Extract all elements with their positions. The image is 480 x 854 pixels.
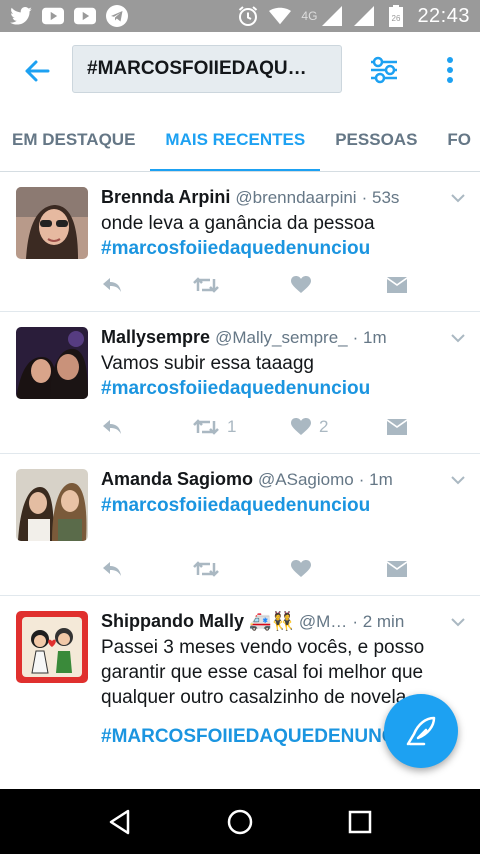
hashtag-link[interactable]: #marcosfoiiedaquedenunciou [101,236,466,261]
tab-mais-recentes[interactable]: MAIS RECENTES [150,108,321,171]
author-handle[interactable]: @brenndaarpini [235,188,356,207]
direct-message-button[interactable] [387,277,407,293]
compose-quill-icon [406,716,436,746]
tab-fotos[interactable]: FO [432,108,480,171]
tweet-header: Brennda Arpini @brenndaarpini · 53s [101,184,466,211]
heart-icon [291,276,311,293]
search-input[interactable]: #MARCOSFOIIEDAQU… [72,45,342,93]
more-vertical-icon [447,57,453,83]
tweet-actions [101,273,420,297]
tweet[interactable]: Amanda Sagiomo @ASagiomo · 1m #marcosfoi… [0,454,480,596]
back-button[interactable] [20,54,54,88]
author-name[interactable]: Shippando Mally [101,611,244,631]
tweet-actions: 1 2 [101,415,420,439]
android-navigation-bar [0,789,480,854]
reply-button[interactable] [101,418,193,436]
like-button[interactable] [291,276,387,294]
avatar[interactable] [16,327,88,399]
tweet[interactable]: Brennda Arpini @brenndaarpini · 53s onde… [0,172,480,312]
signal-icon [321,5,343,27]
filter-button[interactable] [368,54,400,86]
retweet-icon [193,277,219,293]
like-button[interactable]: 2 [291,417,387,437]
status-bar: 4G 26 22:43 [0,0,480,32]
search-tabs: EM DESTAQUE MAIS RECENTES PESSOAS FO [0,108,480,172]
author-name[interactable]: Brennda Arpini [101,187,230,207]
tweet-actions [101,557,420,581]
reply-icon [103,562,121,576]
author-handle[interactable]: @ASagiomo [258,470,354,489]
retweet-icon [193,419,219,435]
chevron-down-icon[interactable] [450,474,466,486]
heart-icon [291,560,311,577]
arrow-left-icon [25,60,50,82]
chevron-down-icon[interactable] [450,192,466,204]
telegram-icon [106,5,128,27]
nav-recents-button[interactable] [340,802,380,842]
triangle-back-icon [109,809,130,834]
overflow-menu-button[interactable] [440,54,460,86]
retweet-icon [193,561,219,577]
avatar[interactable] [16,469,88,541]
square-recents-icon [348,810,372,833]
circle-home-icon [227,809,253,834]
tweet-text: onde leva a ganância da pessoa [101,213,375,234]
twitter-icon [10,5,32,27]
like-button[interactable] [291,560,387,578]
reply-button[interactable] [101,560,193,578]
like-count: 2 [319,417,329,436]
tweet-time: · 1m [352,328,387,347]
search-header: #MARCOSFOIIEDAQU… [0,32,480,108]
youtube-icon [74,5,96,27]
tweet-header: Mallysempre @Mally_sempre_ · 1m [101,324,466,351]
heart-icon [291,418,311,435]
retweet-count: 1 [227,417,237,436]
author-handle[interactable]: @Mally_sempre_ [215,328,348,347]
reply-button[interactable] [101,276,193,294]
youtube-icon [42,5,64,27]
nav-back-button[interactable] [100,802,140,842]
tweet-header: Shippando Mally 🚑👯 @M… · 2 min [101,608,466,635]
nav-home-button[interactable] [220,802,260,842]
wifi-icon [269,5,292,27]
battery-level: 26 [392,14,401,23]
chevron-down-icon[interactable] [450,616,466,628]
hashtag-link[interactable]: #marcosfoiiedaquedenunciou [101,376,466,401]
tweet-header: Amanda Sagiomo @ASagiomo · 1m [101,466,466,493]
retweet-button[interactable]: 1 [193,417,291,437]
retweet-button[interactable] [193,560,291,578]
tweet-time: · 53s [361,188,400,207]
tab-em-destaque[interactable]: EM DESTAQUE [0,108,150,171]
direct-message-button[interactable] [387,419,407,435]
alarm-icon [237,5,259,27]
tweet-text: Vamos subir essa taaagg [101,353,314,374]
clock: 22:43 [417,4,470,27]
reply-icon [103,420,121,434]
envelope-icon [387,561,407,577]
network-type-label: 4G [301,9,318,23]
compose-tweet-button[interactable] [384,694,458,768]
search-query: #MARCOSFOIIEDAQU… [87,58,307,79]
author-name[interactable]: Amanda Sagiomo [101,469,253,489]
sliders-icon [371,56,397,84]
chevron-down-icon[interactable] [450,332,466,344]
author-name[interactable]: Mallysempre [101,327,210,347]
tab-pessoas[interactable]: PESSOAS [320,108,432,171]
signal-icon [353,5,375,27]
battery-icon: 26 [385,5,407,27]
envelope-icon [387,419,407,435]
tweet[interactable]: Mallysempre @Mally_sempre_ · 1m Vamos su… [0,312,480,454]
author-handle[interactable]: @M… [299,612,347,631]
envelope-icon [387,277,407,293]
avatar[interactable] [16,187,88,259]
hashtag-link[interactable]: #marcosfoiiedaquedenunciou [101,493,466,518]
author-emoji: 🚑👯 [249,611,294,631]
reply-icon [103,278,121,292]
avatar[interactable] [16,611,88,683]
tweet-time: · 1m [358,470,393,489]
direct-message-button[interactable] [387,561,407,577]
retweet-button[interactable] [193,276,291,294]
tweet-time: · 2 min [352,612,405,631]
